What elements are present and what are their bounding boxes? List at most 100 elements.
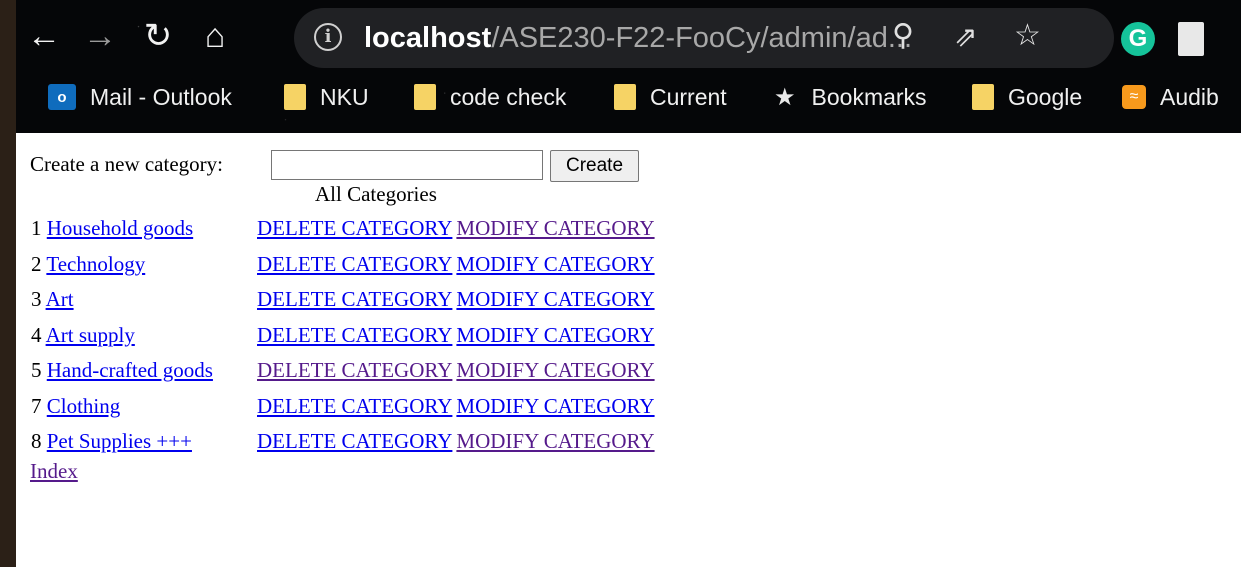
modify-cell: MODIFY CATEGORY bbox=[455, 282, 657, 318]
category-link[interactable]: Art bbox=[46, 287, 74, 311]
index-link[interactable]: Index bbox=[30, 459, 78, 484]
category-link[interactable]: Household goods bbox=[47, 216, 193, 240]
category-id: 1 bbox=[31, 216, 42, 241]
category-id: 7 bbox=[31, 393, 42, 418]
category-name-input[interactable] bbox=[271, 150, 543, 180]
bookmark-label: Google bbox=[1008, 83, 1083, 110]
home-icon[interactable]: ⌂ bbox=[193, 14, 237, 58]
modify-cell: MODIFY CATEGORY bbox=[455, 353, 657, 389]
bookmark-bookmarks[interactable]: ★ Bookmarks bbox=[774, 80, 927, 114]
bookmark-label: Bookmarks bbox=[811, 83, 927, 110]
folder-icon bbox=[614, 84, 636, 110]
modify-category-link[interactable]: MODIFY CATEGORY bbox=[456, 358, 654, 382]
modify-cell: MODIFY CATEGORY bbox=[455, 247, 657, 283]
category-link[interactable]: Clothing bbox=[47, 394, 121, 418]
delete-cell: DELETE CATEGORY bbox=[256, 211, 455, 247]
create-button[interactable]: Create bbox=[550, 150, 639, 182]
category-cell: 4 Art supply bbox=[30, 318, 256, 354]
bookmark-nku[interactable]: NKU bbox=[284, 80, 369, 114]
delete-category-link[interactable]: DELETE CATEGORY bbox=[257, 216, 452, 240]
site-info-icon[interactable]: i bbox=[314, 23, 342, 51]
delete-cell: DELETE CATEGORY bbox=[256, 424, 455, 460]
modify-cell: MODIFY CATEGORY bbox=[455, 211, 657, 247]
browser-toolbar: ← → ↻ ⌂ i localhost/ASE230-F22-FooCy/adm… bbox=[16, 8, 1241, 68]
url-path: /ASE230-F22-FooCy/admin/ad... bbox=[491, 22, 913, 54]
delete-cell: DELETE CATEGORY bbox=[256, 282, 455, 318]
bookmark-star-icon[interactable]: ☆ bbox=[1014, 18, 1041, 53]
category-id: 4 bbox=[31, 322, 42, 347]
grammarly-extension-icon[interactable]: G bbox=[1121, 22, 1155, 56]
url-text[interactable]: localhost/ASE230-F22-FooCy/admin/ad... bbox=[364, 22, 912, 55]
category-id: 3 bbox=[31, 287, 42, 312]
browser-chrome: ← → ↻ ⌂ i localhost/ASE230-F22-FooCy/adm… bbox=[16, 0, 1241, 133]
category-cell: 1 Household goods bbox=[30, 211, 256, 247]
bookmark-label: NKU bbox=[320, 83, 369, 110]
document-extension-icon[interactable] bbox=[1178, 22, 1204, 56]
create-category-form: Create a new category: Create bbox=[30, 146, 730, 182]
delete-category-link[interactable]: DELETE CATEGORY bbox=[257, 394, 452, 418]
folder-icon bbox=[972, 84, 994, 110]
delete-cell: DELETE CATEGORY bbox=[256, 318, 455, 354]
category-cell: 2 Technology bbox=[30, 247, 256, 283]
delete-category-link[interactable]: DELETE CATEGORY bbox=[257, 429, 452, 453]
category-cell: 3 Art bbox=[30, 282, 256, 318]
bookmark-label: Audib bbox=[1160, 83, 1219, 110]
modify-category-link[interactable]: MODIFY CATEGORY bbox=[456, 394, 654, 418]
category-cell: 8 Pet Supplies +++ bbox=[30, 424, 256, 460]
back-arrow-icon[interactable]: ← bbox=[22, 14, 66, 58]
create-category-label: Create a new category: bbox=[30, 152, 223, 176]
category-cell: 5 Hand-crafted goods bbox=[30, 353, 256, 389]
modify-cell: MODIFY CATEGORY bbox=[455, 424, 657, 460]
categories-table: 1 Household goods DELETE CATEGORY MODIFY… bbox=[30, 211, 658, 460]
bookmark-audible[interactable]: ≈ Audib bbox=[1122, 80, 1219, 114]
audible-icon: ≈ bbox=[1122, 85, 1146, 109]
url-host: localhost bbox=[364, 22, 492, 54]
table-row: 8 Pet Supplies +++ DELETE CATEGORY MODIF… bbox=[30, 424, 658, 460]
category-id: 5 bbox=[31, 358, 42, 383]
delete-category-link[interactable]: DELETE CATEGORY bbox=[257, 323, 452, 347]
table-row: 5 Hand-crafted goods DELETE CATEGORY MOD… bbox=[30, 353, 658, 389]
delete-cell: DELETE CATEGORY bbox=[256, 247, 455, 283]
folder-icon bbox=[414, 84, 436, 110]
bookmark-google[interactable]: Google bbox=[972, 80, 1082, 114]
bookmark-code-check[interactable]: code check bbox=[414, 80, 566, 114]
table-row: 3 Art DELETE CATEGORY MODIFY CATEGORY bbox=[30, 282, 658, 318]
zoom-icon[interactable]: ⚲ bbox=[892, 18, 914, 53]
category-link[interactable]: Art supply bbox=[46, 323, 135, 347]
table-row: 7 Clothing DELETE CATEGORY MODIFY CATEGO… bbox=[30, 389, 658, 425]
bookmark-label: Mail - Outlook bbox=[90, 83, 232, 110]
bookmark-mail-outlook[interactable]: o Mail - Outlook bbox=[48, 80, 232, 114]
category-link[interactable]: Technology bbox=[46, 252, 145, 276]
reload-icon[interactable]: ↻ bbox=[136, 14, 180, 58]
category-cell: 7 Clothing bbox=[30, 389, 256, 425]
category-link[interactable]: Hand-crafted goods bbox=[47, 358, 213, 382]
table-row: 1 Household goods DELETE CATEGORY MODIFY… bbox=[30, 211, 658, 247]
modify-category-link[interactable]: MODIFY CATEGORY bbox=[456, 287, 654, 311]
bookmark-current[interactable]: Current bbox=[614, 80, 727, 114]
delete-category-link[interactable]: DELETE CATEGORY bbox=[257, 358, 452, 382]
table-row: 4 Art supply DELETE CATEGORY MODIFY CATE… bbox=[30, 318, 658, 354]
modify-category-link[interactable]: MODIFY CATEGORY bbox=[456, 323, 654, 347]
modify-cell: MODIFY CATEGORY bbox=[455, 389, 657, 425]
category-link[interactable]: Pet Supplies +++ bbox=[47, 429, 192, 453]
category-id: 2 bbox=[31, 251, 42, 276]
modify-category-link[interactable]: MODIFY CATEGORY bbox=[456, 429, 654, 453]
modify-cell: MODIFY CATEGORY bbox=[455, 318, 657, 354]
delete-category-link[interactable]: DELETE CATEGORY bbox=[257, 287, 452, 311]
bookmarks-bar: o Mail - Outlook NKU code check Current … bbox=[16, 72, 1241, 122]
delete-category-link[interactable]: DELETE CATEGORY bbox=[257, 252, 452, 276]
modify-category-link[interactable]: MODIFY CATEGORY bbox=[456, 216, 654, 240]
forward-arrow-icon[interactable]: → bbox=[78, 14, 122, 58]
window-left-edge bbox=[0, 0, 16, 567]
folder-icon bbox=[284, 84, 306, 110]
bookmark-label: Current bbox=[650, 83, 727, 110]
table-caption: All Categories bbox=[315, 182, 437, 206]
category-id: 8 bbox=[31, 429, 42, 454]
table-row: 2 Technology DELETE CATEGORY MODIFY CATE… bbox=[30, 247, 658, 283]
share-icon[interactable]: ⇗ bbox=[954, 20, 977, 53]
bookmark-label: code check bbox=[450, 83, 567, 110]
address-bar[interactable]: i localhost/ASE230-F22-FooCy/admin/ad...… bbox=[294, 8, 1114, 68]
star-icon: ★ bbox=[774, 83, 796, 111]
delete-cell: DELETE CATEGORY bbox=[256, 389, 455, 425]
modify-category-link[interactable]: MODIFY CATEGORY bbox=[456, 252, 654, 276]
